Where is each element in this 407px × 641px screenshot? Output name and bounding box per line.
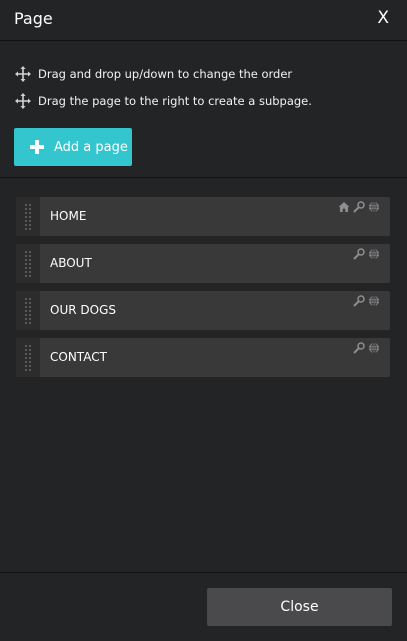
page-row-our-dogs[interactable]: OUR DOGS xyxy=(16,291,390,330)
globe-icon[interactable] xyxy=(368,201,380,213)
panel-title: Page xyxy=(14,9,53,28)
page-row-home[interactable]: HOME xyxy=(16,197,390,236)
move-arrows-icon xyxy=(15,65,31,82)
magnifier-icon[interactable] xyxy=(353,295,365,307)
magnifier-icon[interactable] xyxy=(353,342,365,354)
magnifier-icon[interactable] xyxy=(353,201,365,213)
drag-handle[interactable] xyxy=(16,338,40,377)
close-x-button[interactable]: X xyxy=(377,8,389,28)
globe-icon[interactable] xyxy=(368,342,380,354)
drag-handle[interactable] xyxy=(16,244,40,283)
add-page-button[interactable]: Add a page xyxy=(14,128,132,166)
drag-handle[interactable] xyxy=(16,197,40,236)
globe-icon[interactable] xyxy=(368,295,380,307)
hint-subpage: Drag the page to the right to create a s… xyxy=(14,87,312,114)
divider xyxy=(0,177,407,178)
page-name: CONTACT xyxy=(50,350,107,364)
panel-header: Page X xyxy=(0,0,407,41)
page-row-contact[interactable]: CONTACT xyxy=(16,338,390,377)
footer-divider xyxy=(0,572,407,573)
hint-reorder: Drag and drop up/down to change the orde… xyxy=(14,60,312,87)
page-name: ABOUT xyxy=(50,256,92,270)
page-name: OUR DOGS xyxy=(50,303,116,317)
instructions: Drag and drop up/down to change the orde… xyxy=(14,60,312,114)
plus-icon xyxy=(30,140,44,154)
hint-subpage-text: Drag the page to the right to create a s… xyxy=(38,93,312,108)
page-row-about[interactable]: ABOUT xyxy=(16,244,390,283)
hint-reorder-text: Drag and drop up/down to change the orde… xyxy=(38,66,293,81)
home-icon[interactable] xyxy=(338,201,350,213)
move-arrows-icon xyxy=(15,92,31,109)
page-name: HOME xyxy=(50,209,87,223)
magnifier-icon[interactable] xyxy=(353,248,365,260)
close-button[interactable]: Close xyxy=(207,588,392,626)
globe-icon[interactable] xyxy=(368,248,380,260)
add-page-label: Add a page xyxy=(54,139,128,155)
drag-handle[interactable] xyxy=(16,291,40,330)
page-list: HOME ABOUT OUR DOGS CONTACT xyxy=(16,197,390,385)
